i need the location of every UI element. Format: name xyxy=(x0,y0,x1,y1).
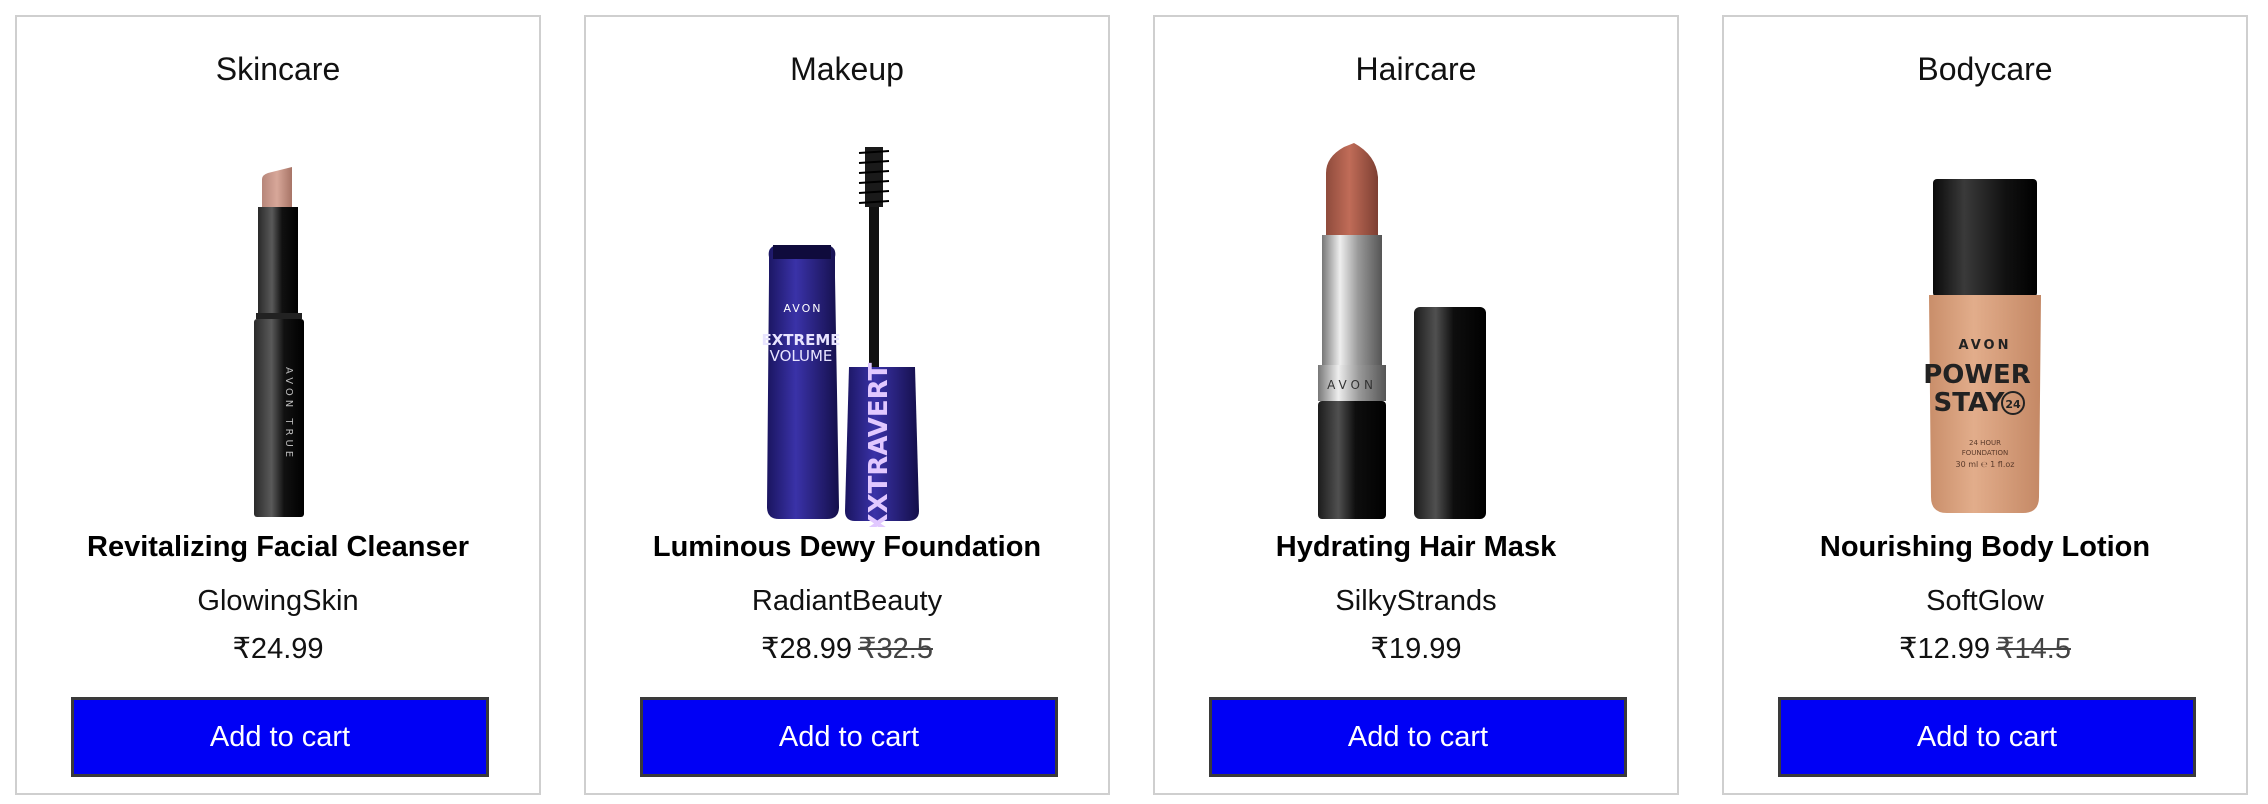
product-card: Skincare AVON TRUE Revitalizing Facial C… xyxy=(15,15,541,795)
product-image[interactable]: AVON POWER STAY 24 24 HOUR FOUNDATION 30… xyxy=(1724,127,2246,527)
product-name[interactable]: Nourishing Body Lotion xyxy=(1724,531,2246,564)
svg-text:AVON: AVON xyxy=(1959,338,2012,353)
lipstick-icon: AVON xyxy=(1318,143,1486,519)
price-row: ₹28.99 ₹32.5 xyxy=(586,631,1108,666)
product-category: Makeup xyxy=(790,51,904,87)
svg-text:30 ml ℮ 1 fl.oz: 30 ml ℮ 1 fl.oz xyxy=(1956,460,2015,469)
product-card: Makeup AVON EXTREME VOLUME EXXTRAVERT Lu… xyxy=(584,15,1110,795)
product-name[interactable]: Luminous Dewy Foundation xyxy=(586,531,1108,564)
current-price: ₹28.99 xyxy=(761,633,853,665)
product-image[interactable]: AVON TRUE xyxy=(17,127,539,527)
svg-text:EXXTRAVERT: EXXTRAVERT xyxy=(864,363,894,527)
price-row: ₹19.99 xyxy=(1155,631,1677,666)
product-brand: GlowingSkin xyxy=(197,585,359,617)
product-brand: SoftGlow xyxy=(1926,585,2044,617)
current-price: ₹24.99 xyxy=(232,633,324,665)
product-card: Bodycare AVON POWER STAY 24 24 HOUR FOUN… xyxy=(1722,15,2248,795)
product-grid: Skincare AVON TRUE Revitalizing Facial C… xyxy=(0,0,2268,804)
add-to-cart-button[interactable]: Add to cart xyxy=(71,697,489,777)
svg-text:AVON TRUE: AVON TRUE xyxy=(283,367,294,461)
product-name[interactable]: Hydrating Hair Mask xyxy=(1155,531,1677,564)
svg-text:AVON: AVON xyxy=(1327,378,1377,392)
svg-text:POWER: POWER xyxy=(1923,360,2031,390)
svg-text:STAY: STAY xyxy=(1934,388,2006,418)
product-category: Haircare xyxy=(1355,51,1477,87)
svg-text:24: 24 xyxy=(2005,398,2021,411)
add-to-cart-button[interactable]: Add to cart xyxy=(1209,697,1627,777)
svg-text:24 HOUR: 24 HOUR xyxy=(1969,439,2001,447)
svg-text:VOLUME: VOLUME xyxy=(770,347,833,365)
current-price: ₹12.99 xyxy=(1899,633,1991,665)
mascara-icon: AVON EXTREME VOLUME EXXTRAVERT xyxy=(761,147,919,527)
product-category: Skincare xyxy=(215,51,341,87)
price-row: ₹24.99 xyxy=(17,631,539,666)
product-image[interactable]: AVON EXTREME VOLUME EXXTRAVERT xyxy=(586,127,1108,527)
product-brand: RadiantBeauty xyxy=(751,585,943,617)
original-price: ₹14.5 xyxy=(1996,633,2071,665)
product-category: Bodycare xyxy=(1917,51,2053,87)
svg-text:FOUNDATION: FOUNDATION xyxy=(1962,449,2009,457)
original-price: ₹32.5 xyxy=(858,633,933,665)
add-to-cart-button[interactable]: Add to cart xyxy=(1778,697,2196,777)
slim-lipstick-icon: AVON TRUE xyxy=(254,167,304,517)
product-brand: SilkyStrands xyxy=(1335,585,1497,617)
add-to-cart-button[interactable]: Add to cart xyxy=(640,697,1058,777)
foundation-bottle-icon: AVON POWER STAY 24 24 HOUR FOUNDATION 30… xyxy=(1923,179,2041,513)
price-row: ₹12.99 ₹14.5 xyxy=(1724,631,2246,666)
product-image[interactable]: AVON xyxy=(1155,127,1677,527)
svg-text:AVON: AVON xyxy=(783,302,822,315)
product-card: Haircare AVON Hydrating Hair Mask SilkyS… xyxy=(1153,15,1679,795)
product-name[interactable]: Revitalizing Facial Cleanser xyxy=(17,531,539,564)
current-price: ₹19.99 xyxy=(1370,633,1462,665)
